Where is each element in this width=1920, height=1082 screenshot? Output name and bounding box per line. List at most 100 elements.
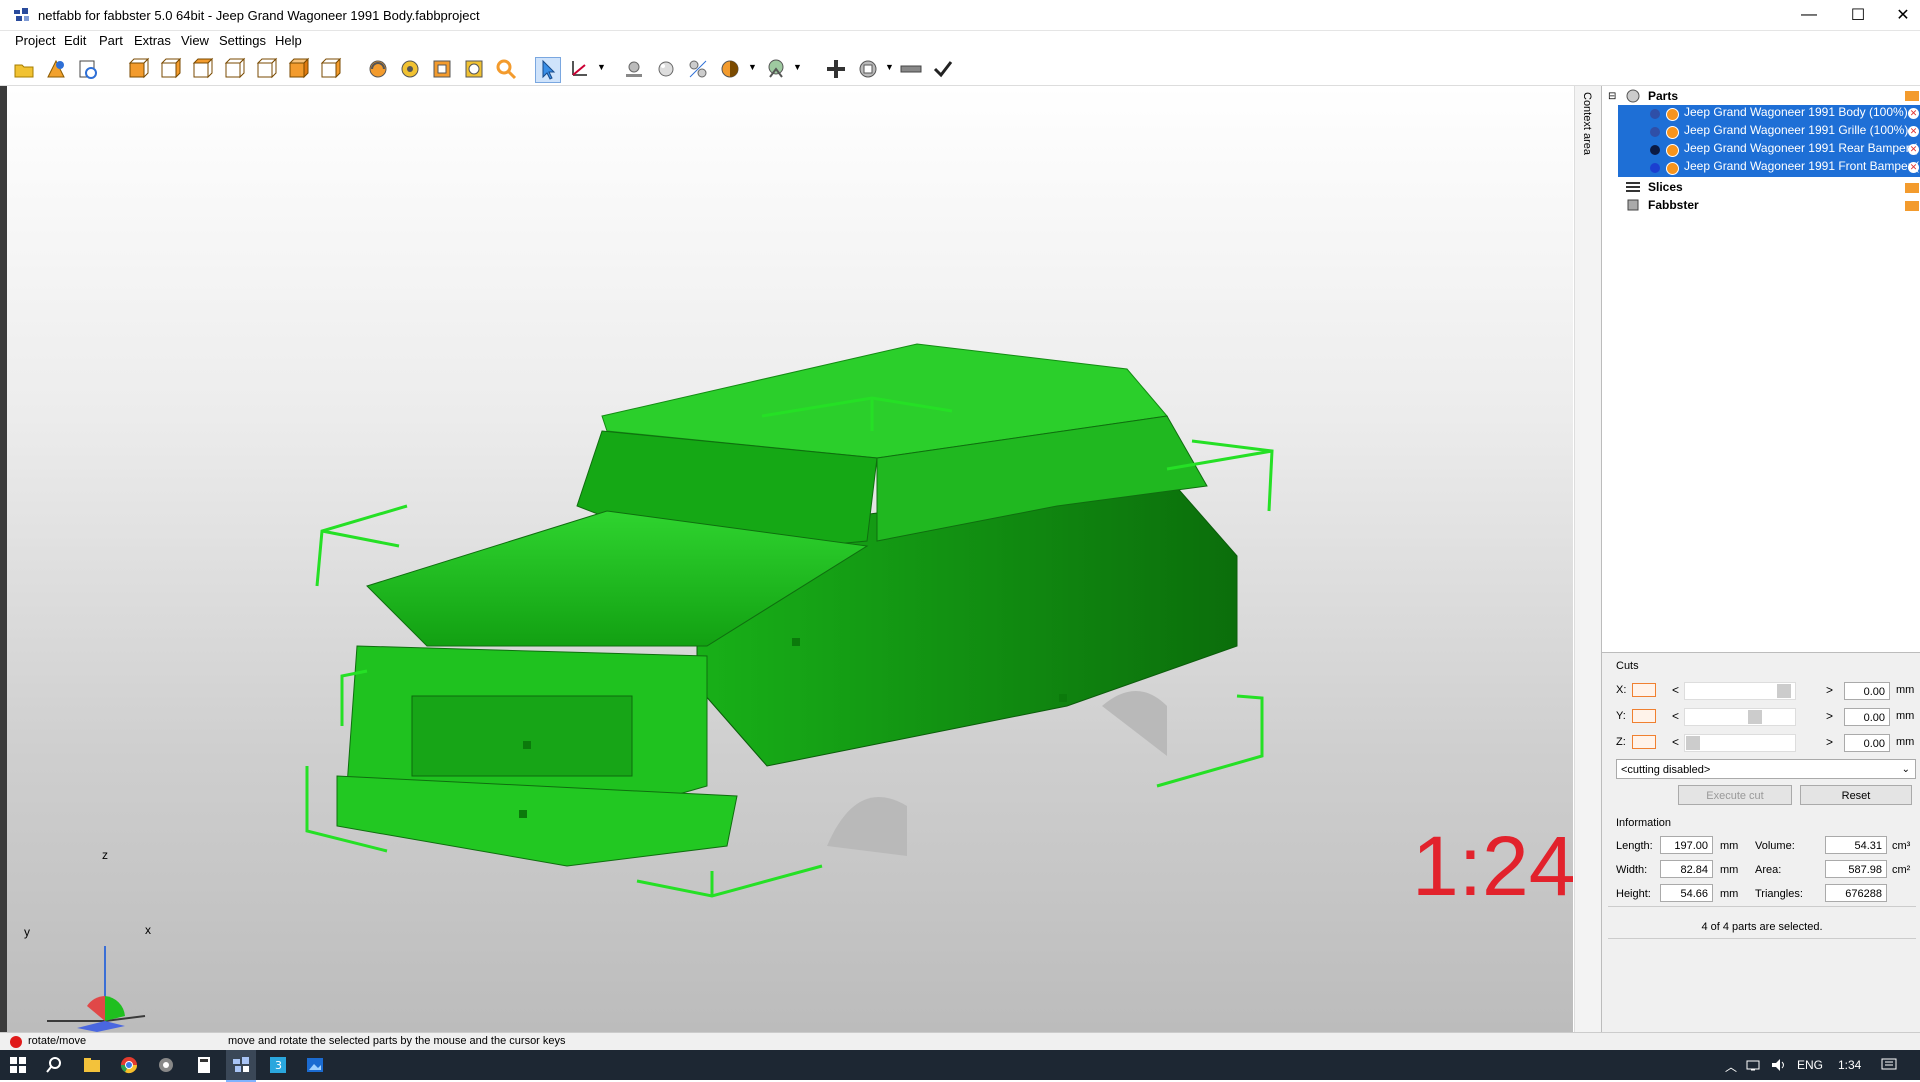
tree-parts-label[interactable]: Parts [1648,87,1678,105]
cut-y-decrease[interactable]: < [1672,709,1679,723]
scale-overlay-text: 1:24 [1412,819,1576,913]
measure-dropdown-arrow-icon[interactable]: ▼ [885,62,894,72]
add-icon[interactable] [824,57,848,81]
zoom-icon[interactable] [494,57,518,81]
tree-part-front-bumper[interactable]: Jeep Grand Wagoneer 1991 Front Bamper ( … [1618,159,1920,177]
reset-button[interactable]: Reset [1800,785,1912,805]
cut-x-color-swatch[interactable] [1632,683,1656,697]
move-dropdown-arrow-icon[interactable]: ▼ [597,62,606,72]
zoom-all-icon[interactable] [462,57,486,81]
chrome-icon[interactable] [120,1056,138,1074]
cut-y-slider[interactable] [1684,708,1796,726]
tree-part-grille[interactable]: Jeep Grand Wagoneer 1991 Grille (100%) ✕ [1618,123,1920,141]
ruler-icon[interactable] [899,57,923,81]
cut-mode-select[interactable]: <cutting disabled> ⌄ [1616,759,1916,779]
3d-viewport[interactable]: z y x [7,86,1573,1032]
select-pointer-icon[interactable] [535,57,561,83]
cut-y-value[interactable]: 0.00 [1844,708,1890,726]
execute-cut-button[interactable]: Execute cut [1678,785,1792,805]
zoom-box-icon[interactable] [430,57,454,81]
rotate-view-icon[interactable] [366,57,390,81]
cut-z-slider[interactable] [1684,734,1796,752]
menu-bar: Project Edit Part Extras View Settings H… [0,31,1920,51]
repair-dropdown-arrow-icon[interactable]: ▼ [793,62,802,72]
shading-dropdown-arrow-icon[interactable]: ▼ [748,62,757,72]
fabbster-folder-icon[interactable] [1905,200,1919,211]
remove-part-icon[interactable]: ✕ [1908,126,1919,137]
view-bottom-icon[interactable] [318,57,342,81]
cut-x-value[interactable]: 0.00 [1844,682,1890,700]
tree-part-rear-bumper[interactable]: Jeep Grand Wagoneer 1991 Rear Bamper ( ✕ [1618,141,1920,159]
cut-z-decrease[interactable]: < [1672,735,1679,749]
cut-z-increase[interactable]: > [1826,735,1833,749]
view-right-icon[interactable] [222,57,246,81]
remove-part-icon[interactable]: ✕ [1908,162,1919,173]
tray-chevron-up-icon[interactable]: ︿ [1725,1058,1737,1075]
shading-mode-icon[interactable] [718,57,742,81]
align-to-platform-icon[interactable] [622,57,646,81]
calculator-icon[interactable] [195,1056,213,1074]
close-button[interactable]: ✕ [1880,0,1920,30]
parts-folder-icon[interactable] [1905,90,1919,101]
menu-project[interactable]: Project [15,33,55,48]
menu-extras[interactable]: Extras [134,33,171,48]
add-part-icon[interactable] [44,57,68,81]
search-icon[interactable] [45,1056,63,1074]
notifications-icon[interactable] [1880,1056,1898,1074]
collapse-parts-icon[interactable]: ⊟ [1608,88,1616,106]
app-icon-tools[interactable] [157,1056,175,1074]
maximize-button[interactable]: ☐ [1835,0,1881,30]
menu-edit[interactable]: Edit [64,33,86,48]
cut-x-decrease[interactable]: < [1672,683,1679,697]
visibility-icon[interactable] [1666,162,1679,175]
cut-z-value[interactable]: 0.00 [1844,734,1890,752]
tree-fabbster-label[interactable]: Fabbster [1648,196,1699,214]
move-axis-icon[interactable] [567,57,591,81]
view-iso-icon[interactable] [286,57,310,81]
cut-z-color-swatch[interactable] [1632,735,1656,749]
menu-help[interactable]: Help [275,33,302,48]
measure-tool-icon[interactable] [856,57,880,81]
open-project-icon[interactable] [12,57,36,81]
arrange-icon[interactable] [686,57,710,81]
menu-part[interactable]: Part [99,33,123,48]
jeep-model-render[interactable] [7,86,1573,1032]
view-front-icon[interactable] [126,57,150,81]
remove-part-icon[interactable]: ✕ [1908,108,1919,119]
network-icon[interactable] [1745,1056,1763,1074]
visibility-icon[interactable] [1666,108,1679,121]
view-back-icon[interactable] [158,57,182,81]
tree-part-body[interactable]: Jeep Grand Wagoneer 1991 Body (100%) ✕ [1618,105,1920,123]
menu-settings[interactable]: Settings [219,33,266,48]
sphere-icon[interactable] [654,57,678,81]
volume-icon[interactable] [1770,1056,1788,1074]
apply-checkmark-icon[interactable] [931,57,955,81]
slices-folder-icon[interactable] [1905,182,1919,193]
right-panel: ⊟ Parts Jeep Grand Wagoneer 1991 Body (1… [1601,86,1920,1032]
app-icon-photo[interactable] [306,1056,324,1074]
cut-x-slider[interactable] [1684,682,1796,700]
file-explorer-icon[interactable] [83,1056,101,1074]
windows-start-icon[interactable] [9,1056,27,1074]
visibility-icon[interactable] [1666,144,1679,157]
pan-view-icon[interactable] [398,57,422,81]
repair-icon[interactable] [764,57,788,81]
netfabb-taskbar-icon[interactable] [232,1056,250,1074]
view-left-icon[interactable] [190,57,214,81]
tree-slices-label[interactable]: Slices [1648,178,1683,196]
part-info-icon[interactable] [76,57,100,81]
project-tree[interactable]: ⊟ Parts Jeep Grand Wagoneer 1991 Body (1… [1602,86,1920,653]
height-unit: mm [1720,888,1739,900]
language-indicator[interactable]: ENG [1797,1058,1823,1072]
minimize-button[interactable]: — [1786,0,1832,30]
visibility-icon[interactable] [1666,126,1679,139]
remove-part-icon[interactable]: ✕ [1908,144,1919,155]
clock-time[interactable]: 1:34 [1838,1058,1861,1072]
cut-y-color-swatch[interactable] [1632,709,1656,723]
cut-y-increase[interactable]: > [1826,709,1833,723]
app-icon-3[interactable]: 3 [269,1056,287,1074]
cut-x-increase[interactable]: > [1826,683,1833,697]
menu-view[interactable]: View [181,33,209,48]
context-area-tab[interactable]: Context area [1574,86,1601,1032]
view-top-icon[interactable] [254,57,278,81]
